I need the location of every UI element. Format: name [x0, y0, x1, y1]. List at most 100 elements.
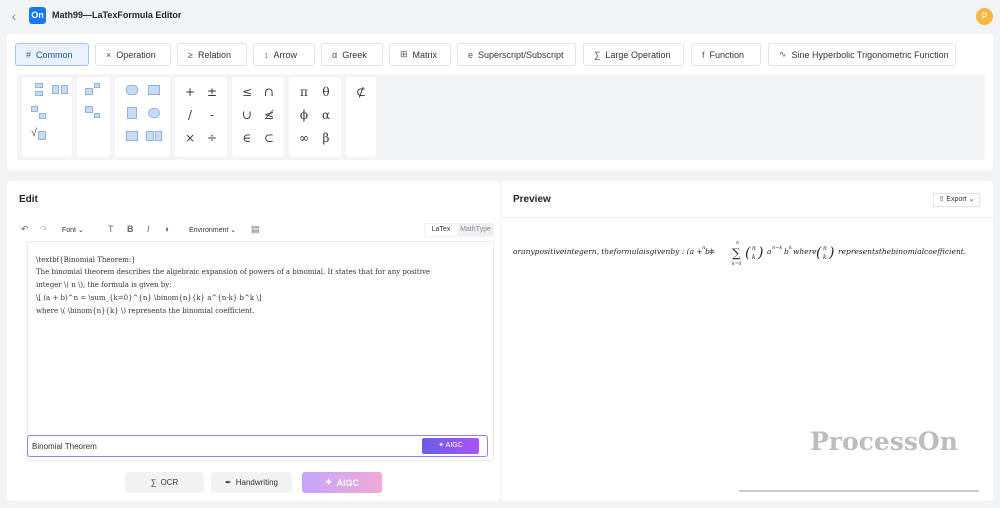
environment-dropdown[interactable]: Environment ⌄	[189, 226, 236, 234]
not-subset-symbol[interactable]: ⊄	[352, 83, 370, 101]
infinity-symbol[interactable]: ∞	[295, 129, 313, 147]
formula-svg: oranypositiveintegern, theformulaisgiven…	[513, 241, 966, 267]
tab-arrow[interactable]: ↕ Arrow	[253, 43, 315, 66]
text-size-icon[interactable]: T	[108, 224, 114, 234]
app-logo: On	[29, 7, 46, 24]
template-group-scripts	[77, 77, 110, 157]
preview-title: Preview	[513, 194, 551, 205]
question-template-icon[interactable]	[146, 130, 162, 144]
sparkle-icon: ✦	[438, 442, 445, 449]
norm-template-icon[interactable]	[124, 130, 140, 144]
bracket-template-icon[interactable]	[146, 84, 162, 98]
pi-symbol[interactable]: π	[295, 83, 313, 101]
formula-binom2-n: n	[823, 245, 827, 252]
formula-a-exp: n−k	[772, 245, 782, 251]
tab-superscript-subscript[interactable]: e Superscript/Subscript	[457, 43, 576, 66]
superscript-template-icon[interactable]	[85, 83, 101, 97]
times-symbol[interactable]: ×	[181, 129, 199, 147]
symbol-group-operators: + ± / - × ÷	[175, 77, 227, 157]
tab-operation[interactable]: × Operation	[95, 43, 171, 66]
preview-scrollbar[interactable]	[739, 490, 979, 492]
app-header: ‹ On Math99—LaTexFormula Editor P	[0, 0, 1000, 34]
subset-symbol[interactable]: ⊂	[260, 129, 278, 147]
cap-symbol[interactable]: ∩	[260, 83, 278, 101]
export-dropdown[interactable]: ⇧ Export ⌄	[933, 193, 980, 207]
relation-icon: ≥	[188, 49, 193, 60]
in-symbol[interactable]: ∈	[238, 129, 256, 147]
tab-relation[interactable]: ≥ Relation	[177, 43, 247, 66]
aigc-prompt-input[interactable]	[28, 436, 418, 456]
clear-icon[interactable]: ▤	[251, 224, 260, 235]
formula-where: where	[793, 247, 817, 256]
aigc-generate-button[interactable]: ✦ AIGC	[422, 438, 479, 454]
subscript-template-icon[interactable]	[85, 106, 101, 120]
formula-binom2-left: (	[816, 245, 822, 261]
tab-large-operation[interactable]: ∑ Large Operation	[583, 43, 684, 66]
cup-symbol[interactable]: ∪	[238, 106, 256, 124]
divide-symbol[interactable]: ÷	[203, 129, 221, 147]
wave-icon: ∿	[779, 49, 787, 59]
alpha-symbol[interactable]: α	[317, 106, 335, 124]
function-icon: f	[702, 49, 705, 60]
palette-icon[interactable]: ◐	[165, 224, 170, 234]
edit-title: Edit	[19, 194, 38, 205]
brace-template-icon[interactable]	[146, 107, 162, 121]
formula-binom-n: n	[752, 245, 756, 252]
handwriting-button[interactable]: ✒ Handwriting	[211, 472, 292, 493]
sqrt-template-icon[interactable]: √	[31, 127, 47, 143]
phi-symbol[interactable]: ϕ	[295, 106, 313, 124]
hash-icon: #	[26, 49, 32, 60]
export-icon: ⇧	[938, 196, 945, 203]
formula-render: oranypositiveintegern, theformulaisgiven…	[513, 237, 983, 267]
italic-icon[interactable]: I	[147, 224, 150, 234]
avatar[interactable]: P	[976, 8, 993, 25]
code-line: \textbf{Binomial Theorem:}	[36, 256, 136, 264]
undo-icon[interactable]: ↶	[21, 224, 29, 235]
formula-suffix: representsthebinomialcoefficient.	[838, 247, 966, 256]
latex-editor[interactable]: \textbf{Binomial Theorem:} The binomial …	[27, 241, 494, 461]
tab-function[interactable]: f Function	[691, 43, 761, 66]
tab-sine-hyperbolic[interactable]: ∿ Sine Hyperbolic Trigonometric Function	[768, 43, 956, 66]
sparkle-icon: ✦	[324, 477, 333, 487]
fraction-template-icon[interactable]	[31, 83, 47, 97]
abs-template-icon[interactable]	[124, 107, 140, 121]
watermark: ProcessOn	[810, 427, 958, 456]
beta-symbol[interactable]: β	[317, 129, 335, 147]
ocr-button[interactable]: ∑ OCR	[125, 472, 204, 493]
leq-symbol[interactable]: ≤	[238, 83, 256, 101]
aigc-main-button[interactable]: ✦ AIGC	[302, 472, 382, 493]
plus-symbol[interactable]: +	[181, 83, 199, 101]
slash-fraction-template-icon[interactable]	[31, 106, 47, 120]
code-line: integer \( n \), the formula is given by…	[36, 281, 172, 289]
tab-matrix[interactable]: ⊞ Matrix	[389, 43, 451, 66]
formula-a: a	[767, 247, 771, 256]
formula-binom2-k: k	[823, 254, 827, 261]
font-dropdown[interactable]: Font ⌄	[62, 226, 84, 234]
formula-prefix: oranypositiveintegern, theformulaisgiven…	[513, 247, 713, 256]
fraction-root-template-icon[interactable]	[52, 83, 68, 97]
tab-common[interactable]: # Common	[15, 43, 89, 66]
redo-icon[interactable]: ↷	[40, 224, 48, 235]
preview-panel: Preview ⇧ Export ⌄ oranypositiveintegern…	[501, 181, 993, 501]
code-line: \[ (a + b)^n = \sum_{k=0}^{n} \binom{n}{…	[36, 294, 262, 302]
nleq-symbol[interactable]: ≰	[260, 106, 278, 124]
formula-b-exp: k	[789, 245, 792, 251]
mode-latex-toggle[interactable]: LaTex	[425, 224, 457, 236]
paren-template-icon[interactable]	[124, 84, 140, 98]
mode-mathtype-toggle[interactable]: MathType	[458, 224, 493, 236]
minus-symbol[interactable]: -	[203, 106, 221, 124]
bold-icon[interactable]: B	[127, 224, 134, 234]
formula-binom-k: k	[752, 254, 756, 261]
pen-icon: ✒	[225, 478, 232, 487]
tab-greek[interactable]: α Greek	[321, 43, 383, 66]
symbol-groups: √ + ± / - × ÷ ≤ ∩ ∪ ≰ ∈ ⊂ π θ ϕ α ∞ β ⊄	[17, 74, 985, 160]
plus-minus-symbol[interactable]: ±	[203, 83, 221, 101]
edit-toolbar: ↶ ↷ Font ⌄ T B I ◐ Environment ⌄ ▤ LaTex…	[19, 221, 495, 239]
symbol-group-misc: ⊄	[346, 77, 376, 157]
preview-divider	[501, 217, 993, 218]
back-icon[interactable]: ‹	[8, 8, 20, 24]
theta-symbol[interactable]: θ	[317, 83, 335, 101]
formula-sum-lower: k=0	[732, 261, 741, 267]
slash-symbol[interactable]: /	[181, 106, 199, 124]
formula-binom-left: (	[745, 245, 751, 261]
